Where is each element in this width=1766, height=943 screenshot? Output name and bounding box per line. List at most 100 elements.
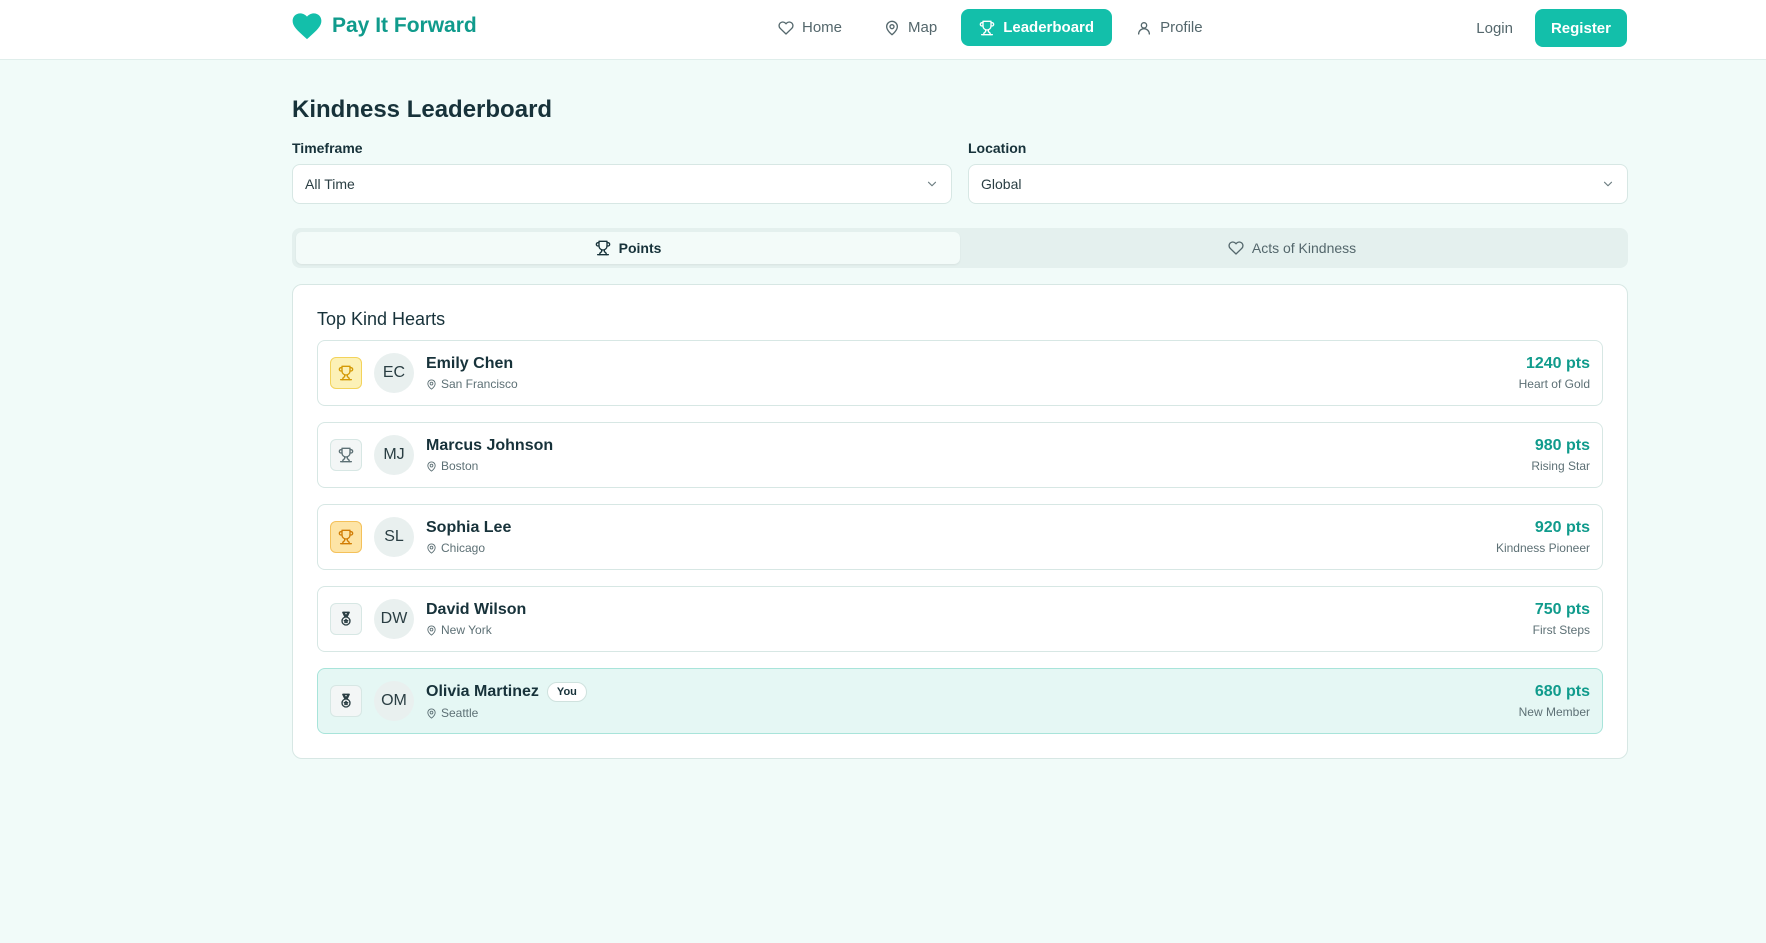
top-nav: Pay It Forward Home Map Leaderboard Prof… [0, 0, 1766, 60]
map-pin-icon [427, 624, 436, 636]
tab-acts-of-kindness[interactable]: Acts of Kindness [960, 232, 1624, 264]
score: 750 pts First Steps [1533, 601, 1590, 637]
user-name: Sophia Lee [426, 519, 512, 536]
location-select[interactable]: Global [968, 164, 1628, 204]
auth-actions: Login Register [1476, 9, 1627, 47]
you-badge: You [546, 682, 587, 702]
register-button[interactable]: Register [1534, 9, 1627, 47]
rank-badge [330, 685, 362, 717]
medal-icon [341, 693, 351, 708]
chevron-down-icon [927, 181, 937, 187]
user-location: Chicago [426, 541, 1496, 555]
achievement-title: Kindness Pioneer [1495, 541, 1590, 555]
login-link[interactable]: Login [1476, 20, 1513, 37]
nav-map[interactable]: Map [866, 9, 955, 46]
timeframe-select[interactable]: All Time [292, 164, 952, 204]
leaderboard-tabs: Points Acts of Kindness [292, 228, 1628, 268]
page-title: Kindness Leaderboard [292, 96, 553, 123]
avatar: EC [374, 353, 414, 393]
user-name: Marcus Johnson [426, 437, 554, 454]
map-pin-icon [427, 460, 436, 472]
user-name: Emily Chen [426, 355, 514, 372]
tab-points-label: Points [618, 240, 662, 256]
name-line: Olivia Martinez You [426, 682, 1519, 702]
location-text: Chicago [441, 541, 486, 555]
user-info: David Wilson New York [426, 601, 1533, 637]
heart-icon [778, 20, 794, 35]
score: 680 pts New Member [1519, 683, 1590, 719]
location-text: Boston [441, 459, 479, 473]
achievement-title: Heart of Gold [1518, 377, 1590, 391]
leaderboard-row[interactable]: DW David Wilson New York 750 pts First S… [317, 586, 1603, 652]
location-text: San Francisco [441, 377, 518, 391]
nav-map-label: Map [908, 19, 938, 36]
tab-acts-label: Acts of Kindness [1251, 240, 1357, 256]
score: 980 pts Rising Star [1531, 437, 1590, 473]
name-line: David Wilson [426, 601, 1533, 619]
name-line: Sophia Lee [426, 519, 1496, 537]
points: 680 pts [1534, 683, 1590, 700]
nav-links: Home Map Leaderboard Profile [760, 9, 1221, 46]
user-icon [1138, 21, 1151, 35]
location-filter: Location Global [968, 140, 1628, 204]
location-value: Global [981, 176, 1022, 192]
leaderboard-row[interactable]: MJ Marcus Johnson Boston 980 pts Rising … [317, 422, 1603, 488]
leaderboard-row-current-user[interactable]: OM Olivia Martinez You Seattle 680 pts N… [317, 668, 1603, 734]
name-line: Marcus Johnson [426, 437, 1531, 455]
tab-points[interactable]: Points [296, 232, 960, 264]
name-line: Emily Chen [426, 355, 1519, 373]
nav-leaderboard-label: Leaderboard [1003, 19, 1095, 36]
user-location: Boston [426, 459, 1531, 473]
rank-badge [330, 439, 362, 471]
nav-leaderboard[interactable]: Leaderboard [961, 9, 1113, 46]
avatar: OM [374, 681, 414, 721]
brand-name: Pay It Forward [332, 14, 477, 37]
nav-home[interactable]: Home [760, 9, 860, 46]
leaderboard-title: Top Kind Hearts [317, 309, 446, 329]
achievement-title: Rising Star [1531, 459, 1590, 473]
map-pin-icon [427, 707, 436, 719]
chevron-down-icon [1603, 181, 1613, 187]
score: 1240 pts Heart of Gold [1519, 355, 1590, 391]
points: 920 pts [1534, 519, 1590, 536]
trophy-icon [338, 529, 354, 545]
user-location: San Francisco [426, 377, 1519, 391]
rank-badge [330, 603, 362, 635]
nav-profile[interactable]: Profile [1118, 9, 1221, 46]
brand-logo[interactable]: Pay It Forward [292, 12, 477, 40]
trophy-icon [338, 365, 354, 381]
user-location: Seattle [426, 706, 1519, 720]
user-name: David Wilson [426, 601, 527, 618]
leaderboard-row[interactable]: EC Emily Chen San Francisco 1240 pts Hea… [317, 340, 1603, 406]
user-info: Marcus Johnson Boston [426, 437, 1531, 473]
leaderboard-row[interactable]: SL Sophia Lee Chicago 920 pts Kindness P… [317, 504, 1603, 570]
rank-badge [330, 521, 362, 553]
points: 1240 pts [1525, 355, 1590, 372]
achievement-title: New Member [1518, 705, 1590, 719]
map-pin-icon [427, 378, 436, 390]
location-text: Seattle [441, 706, 479, 720]
trophy-icon [338, 447, 354, 463]
timeframe-label: Timeframe [292, 140, 363, 156]
user-info: Sophia Lee Chicago [426, 519, 1496, 555]
timeframe-value: All Time [305, 176, 355, 192]
user-info: Olivia Martinez You Seattle [426, 682, 1519, 720]
user-location: New York [426, 623, 1533, 637]
nav-profile-label: Profile [1160, 19, 1203, 36]
points: 980 pts [1534, 437, 1590, 454]
medal-icon [341, 611, 351, 626]
score: 920 pts Kindness Pioneer [1496, 519, 1590, 555]
leaderboard-card: Top Kind Hearts EC Emily Chen San Franci… [292, 284, 1628, 759]
main-content: Kindness Leaderboard Timeframe All Time … [292, 60, 1628, 759]
user-info: Emily Chen San Francisco [426, 355, 1519, 391]
map-pin-icon [886, 20, 899, 35]
map-pin-icon [427, 542, 436, 554]
filters: Timeframe All Time Location Global [292, 140, 1628, 204]
points: 750 pts [1534, 601, 1590, 618]
timeframe-filter: Timeframe All Time [292, 140, 952, 204]
nav-home-label: Home [802, 19, 843, 36]
achievement-title: First Steps [1532, 623, 1590, 637]
heart-icon [1228, 241, 1244, 255]
avatar: SL [374, 517, 414, 557]
location-label: Location [968, 140, 1027, 156]
